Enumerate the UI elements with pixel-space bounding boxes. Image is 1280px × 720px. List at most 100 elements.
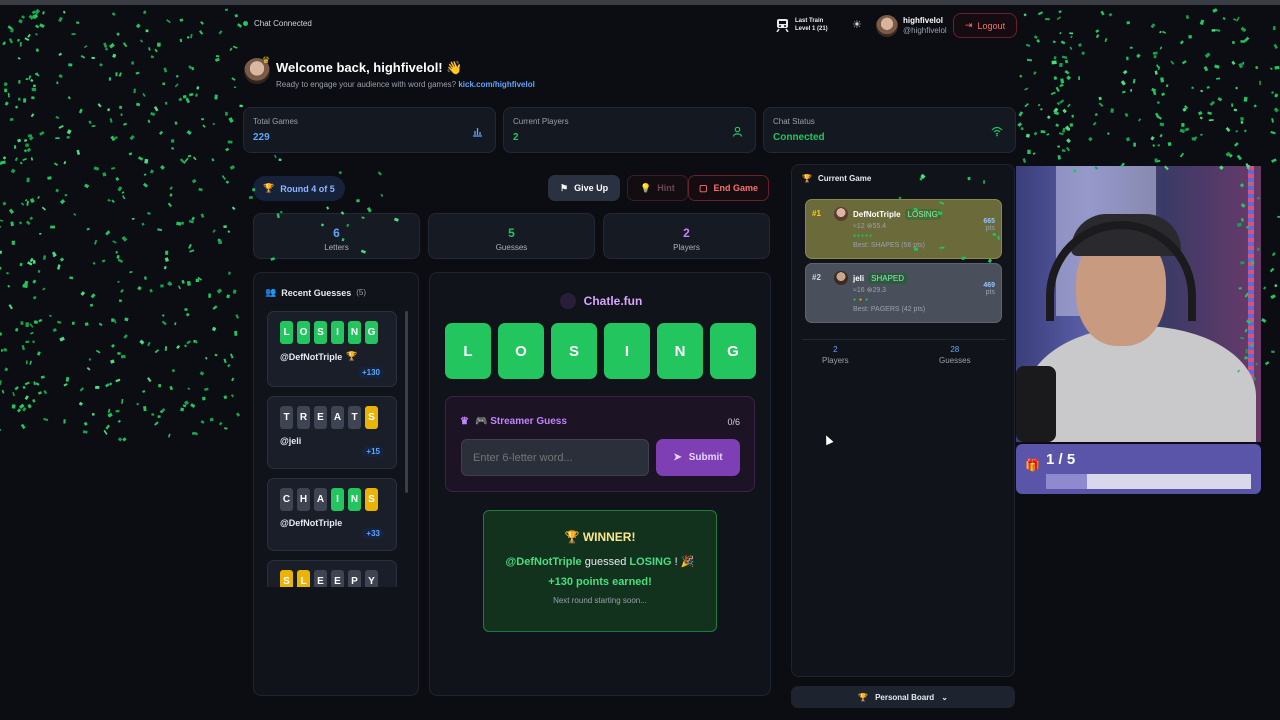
confetti-piece bbox=[1040, 108, 1043, 111]
confetti-piece bbox=[221, 175, 226, 180]
confetti-piece bbox=[52, 253, 55, 258]
confetti-piece bbox=[10, 28, 15, 33]
confetti-piece bbox=[3, 82, 8, 87]
confetti-piece bbox=[233, 86, 237, 89]
give-up-button[interactable]: ⚑ Give Up bbox=[548, 175, 621, 201]
confetti-piece bbox=[231, 377, 235, 382]
summary-guesses-value: 28 bbox=[950, 345, 960, 354]
confetti-piece bbox=[28, 135, 34, 141]
confetti-piece bbox=[224, 427, 228, 430]
confetti-piece bbox=[53, 162, 59, 166]
confetti-piece bbox=[0, 225, 2, 229]
confetti-piece bbox=[66, 129, 72, 135]
confetti-piece bbox=[129, 134, 135, 141]
confetti-piece bbox=[273, 154, 277, 159]
last-train-indicator[interactable]: Last Train Level 1 (21) bbox=[776, 17, 828, 33]
hint-button[interactable]: 💡 Hint bbox=[627, 175, 688, 201]
confetti-piece bbox=[1155, 64, 1160, 68]
confetti-piece bbox=[1040, 130, 1046, 134]
confetti-piece bbox=[178, 97, 183, 102]
personal-board-toggle[interactable]: 🏆 Personal Board ⌄ bbox=[791, 686, 1015, 708]
confetti-piece bbox=[214, 94, 218, 100]
trophy-icon: 🏆 bbox=[564, 530, 580, 544]
confetti-piece bbox=[366, 207, 372, 213]
confetti-piece bbox=[1056, 101, 1061, 106]
confetti-piece bbox=[64, 194, 68, 197]
confetti-piece bbox=[122, 437, 127, 442]
logout-button[interactable]: ⇥ Logout bbox=[953, 13, 1018, 38]
confetti-piece bbox=[201, 118, 204, 121]
confetti-piece bbox=[1263, 286, 1267, 290]
recent-guesses-list[interactable]: LOSING @DefNotTriple 🏆 +130 TREATS @jeli… bbox=[254, 309, 418, 587]
confetti-piece bbox=[159, 409, 164, 414]
channel-link[interactable]: kick.com/highfivelol bbox=[458, 80, 534, 89]
confetti-piece bbox=[39, 23, 45, 29]
confetti-piece bbox=[211, 158, 215, 162]
letter-tile: L bbox=[280, 321, 293, 344]
leaderboard-entry[interactable]: #2 jeli SHAPED ≈16 ⊗29.3 ●●● Best: PAGER… bbox=[805, 263, 1002, 323]
confetti-piece bbox=[30, 78, 34, 83]
confetti-piece bbox=[1059, 31, 1062, 35]
confetti-piece bbox=[200, 420, 205, 424]
confetti-piece bbox=[1211, 29, 1216, 32]
user-icon bbox=[732, 126, 743, 137]
confetti-piece bbox=[58, 73, 63, 79]
confetti-piece bbox=[1, 349, 3, 352]
confetti-piece bbox=[1151, 87, 1157, 93]
info-value: 6 bbox=[333, 226, 340, 240]
confetti-piece bbox=[91, 56, 95, 60]
confetti-piece bbox=[167, 433, 171, 438]
sun-icon[interactable]: ☀ bbox=[852, 18, 862, 31]
confetti-piece bbox=[189, 249, 195, 253]
confetti-piece bbox=[1026, 58, 1033, 62]
confetti-piece bbox=[111, 12, 116, 17]
guess-username: @DefNotTriple bbox=[280, 518, 343, 528]
confetti-piece bbox=[184, 157, 189, 163]
submit-button[interactable]: ➤ Submit bbox=[656, 439, 740, 476]
confetti-piece bbox=[25, 340, 30, 344]
confetti-piece bbox=[0, 428, 1, 432]
confetti-piece bbox=[103, 42, 108, 48]
leaderboard-entry[interactable]: #1 DefNotTriple LOSING ≈12 ⊗55.4 ●●●●● B… bbox=[805, 199, 1002, 259]
confetti-piece bbox=[226, 363, 231, 368]
confetti-piece bbox=[1150, 136, 1155, 141]
confetti-piece bbox=[16, 408, 22, 413]
confetti-piece bbox=[182, 404, 187, 408]
confetti-piece bbox=[121, 235, 128, 242]
user-profile[interactable]: highfivelol @highfivelol bbox=[876, 15, 947, 37]
leaderboard-rank: #2 bbox=[812, 273, 821, 282]
confetti-piece bbox=[2, 201, 7, 206]
confetti-piece bbox=[1069, 123, 1073, 127]
confetti-piece bbox=[1234, 86, 1239, 90]
confetti-piece bbox=[24, 381, 30, 386]
confetti-piece bbox=[42, 11, 45, 15]
confetti-piece bbox=[107, 412, 113, 418]
confetti-piece bbox=[101, 259, 106, 263]
confetti-piece bbox=[182, 160, 186, 164]
confetti-piece bbox=[1274, 65, 1280, 70]
confetti-piece bbox=[234, 330, 238, 336]
confetti-piece bbox=[1098, 96, 1102, 101]
confetti-piece bbox=[88, 358, 91, 361]
confetti-piece bbox=[56, 81, 59, 85]
confetti-piece bbox=[1197, 111, 1203, 116]
confetti-piece bbox=[142, 390, 146, 393]
confetti-piece bbox=[230, 353, 234, 359]
streamer-guess-input[interactable] bbox=[461, 439, 649, 476]
list-item: TREATS @jeli +15 bbox=[267, 396, 397, 469]
confetti-piece bbox=[32, 340, 35, 344]
confetti-piece bbox=[1152, 51, 1158, 55]
confetti-piece bbox=[179, 18, 184, 22]
confetti-piece bbox=[115, 378, 121, 383]
confetti-piece bbox=[29, 323, 34, 328]
confetti-piece bbox=[23, 149, 28, 153]
confetti-piece bbox=[57, 264, 61, 270]
stat-label: Chat Status bbox=[773, 117, 815, 126]
confetti-piece bbox=[117, 352, 121, 355]
scrollbar[interactable] bbox=[405, 311, 408, 493]
confetti-piece bbox=[1136, 53, 1141, 59]
end-game-button[interactable]: ▢ End Game bbox=[688, 175, 770, 201]
confetti-piece bbox=[71, 321, 75, 325]
confetti-piece bbox=[1108, 12, 1113, 17]
confetti-piece bbox=[55, 137, 60, 140]
